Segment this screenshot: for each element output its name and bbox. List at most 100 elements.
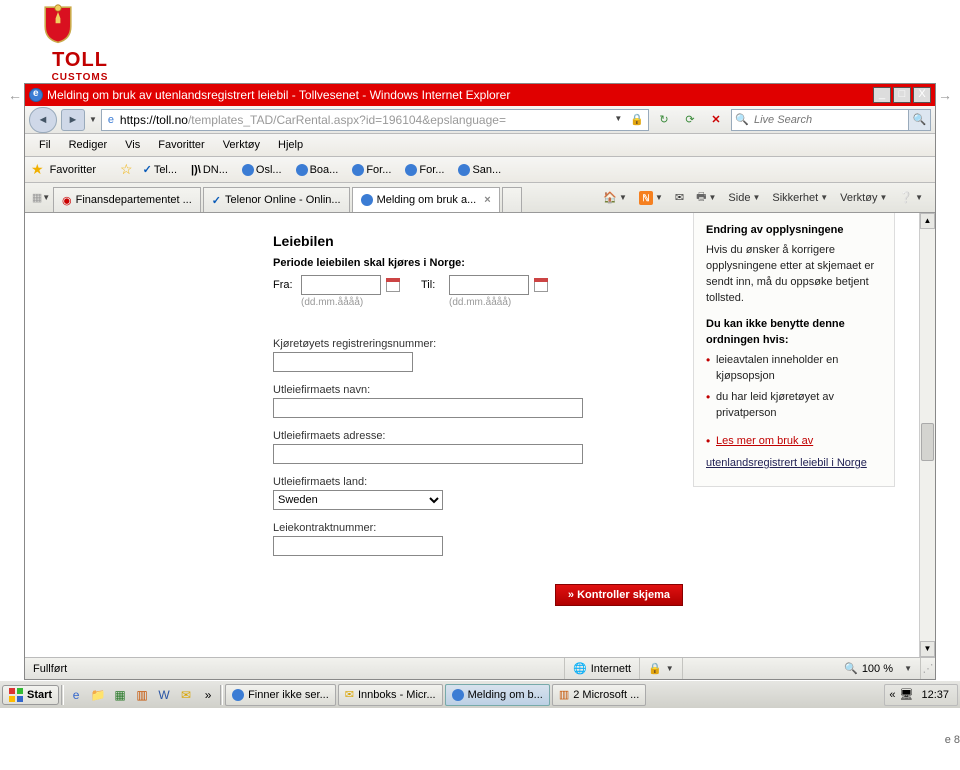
fra-label: Fra: (273, 279, 297, 291)
scroll-down-button[interactable]: ▼ (920, 641, 935, 657)
til-label: Til: (421, 279, 445, 291)
system-tray[interactable]: « 🖥 12:37 (884, 684, 958, 706)
scroll-thumb[interactable] (921, 423, 934, 461)
firm-name-input[interactable] (273, 398, 583, 418)
period-label: Periode leiebilen skal kjøres i Norge: (273, 257, 683, 269)
ql-ie-icon[interactable]: e (66, 685, 86, 705)
scroll-up-button[interactable]: ▲ (920, 213, 935, 229)
tab-telenor[interactable]: ✓Telenor Online - Onlin... (203, 187, 350, 212)
tab-close-button[interactable]: × (484, 194, 490, 206)
maximize-button[interactable]: □ (893, 87, 911, 103)
menu-favoritter[interactable]: Favoritter (150, 136, 212, 154)
compat-button[interactable]: ⟳ (679, 110, 701, 130)
search-input[interactable] (752, 110, 908, 130)
add-favorite-icon[interactable]: ☆ (120, 161, 133, 178)
feeds-button[interactable]: ℕ▼ (635, 189, 667, 207)
fav-item[interactable]: ✓Tel... (139, 161, 181, 178)
stop-button[interactable]: ✕ (705, 110, 727, 130)
resize-grip-icon[interactable]: ⋰ (921, 662, 935, 675)
fav-item[interactable]: For... (401, 162, 448, 178)
favorites-label[interactable]: Favoritter (50, 164, 96, 176)
task-microsoft[interactable]: ▥2 Microsoft ... (552, 684, 646, 706)
tab-finansdept[interactable]: ◉Finansdepartementet ... (53, 187, 201, 212)
regnr-input[interactable] (273, 352, 413, 372)
search-provider-icon[interactable]: 🔍 (732, 110, 752, 130)
rss-icon: ℕ (639, 191, 653, 205)
address-toolbar: ◄ ► ▼ e https://toll.no/templates_TAD/Ca… (25, 106, 935, 134)
new-tab-button[interactable] (502, 187, 522, 212)
toll-logo-block: TOLL CUSTOMS (0, 0, 960, 83)
start-button[interactable]: Start (2, 685, 59, 705)
menu-vis[interactable]: Vis (117, 136, 148, 154)
globe-icon: 🌐 (573, 662, 587, 675)
minimize-button[interactable]: _ (873, 87, 891, 103)
address-bar[interactable]: e https://toll.no/templates_TAD/CarRenta… (101, 109, 649, 131)
ql-more-button[interactable]: » (198, 685, 218, 705)
calendar-icon[interactable] (533, 277, 549, 293)
tab-melding[interactable]: Melding om bruk a...× (352, 187, 500, 212)
read-mail-button[interactable]: ✉ (671, 189, 688, 206)
forward-button[interactable]: ► (61, 109, 85, 131)
fav-item[interactable]: |)\ DN... (187, 162, 232, 178)
fav-item[interactable]: Osl... (238, 162, 286, 178)
calendar-icon[interactable] (385, 277, 401, 293)
slide-nav-wrap: ← → Melding om bruk av utenlandsregistre… (0, 83, 960, 680)
slide-next-arrow-icon[interactable]: → (938, 87, 952, 103)
tools-menu[interactable]: Verktøy ▼ (836, 190, 891, 206)
ql-outlook-icon[interactable]: ✉ (176, 685, 196, 705)
safety-menu[interactable]: Sikkerhet ▼ (768, 190, 832, 206)
menu-verktoy[interactable]: Verktøy (215, 136, 268, 154)
firm-country-label: Utleiefirmaets land: (273, 476, 683, 488)
help-button[interactable]: ❔▼ (895, 189, 927, 206)
fav-item[interactable]: For... (348, 162, 395, 178)
url-dropdown[interactable]: ▼ (610, 110, 626, 130)
ie-icon (352, 164, 364, 176)
sidebar-p1: Hvis du ønsker å korrigere opplysningene… (706, 243, 882, 307)
logo-sub: CUSTOMS (42, 72, 118, 83)
kontroller-skjema-button[interactable]: » Kontroller skjema (555, 584, 683, 606)
windows-taskbar: Start e 📁 ▦ ▥ W ✉ » Finner ikke ser... ✉… (0, 680, 960, 708)
vertical-scrollbar[interactable]: ▲ ▼ (919, 213, 935, 657)
ql-word-icon[interactable]: W (154, 685, 174, 705)
page-marker: e 8 (945, 734, 960, 746)
search-go-button[interactable]: 🔍 (908, 110, 930, 130)
close-button[interactable]: X (913, 87, 931, 103)
nav-history-dropdown[interactable]: ▼ (89, 115, 97, 124)
sidebar-h2: Du kan ikke benytte denne ordningen hvis… (706, 317, 882, 349)
back-button[interactable]: ◄ (29, 107, 57, 133)
firm-country-select[interactable]: Sweden (273, 490, 443, 510)
tray-expand[interactable]: « (889, 689, 895, 701)
protected-mode: 🔒▼ (640, 658, 683, 679)
zoom-control[interactable]: 🔍100 % ▼ (836, 658, 921, 679)
sidebar-li: du har leid kjøretøyet av privatperson (706, 390, 882, 422)
sidebar-link[interactable]: Les mer om bruk av (716, 435, 813, 447)
fav-item[interactable]: Boa... (292, 162, 343, 178)
task-innboks[interactable]: ✉Innboks - Micr... (338, 684, 443, 706)
home-button[interactable]: 🏠▼ (599, 189, 631, 206)
fav-item[interactable]: San... (454, 162, 505, 178)
refresh-button[interactable]: ↻ (653, 110, 675, 130)
ie-icon (29, 88, 43, 102)
task-melding[interactable]: Melding om b... (445, 684, 550, 706)
page-menu[interactable]: Side ▼ (724, 190, 764, 206)
ql-powerpoint-icon[interactable]: ▥ (132, 685, 152, 705)
contract-input[interactable] (273, 536, 443, 556)
menu-rediger[interactable]: Rediger (61, 136, 116, 154)
ql-explorer-icon[interactable]: 📁 (88, 685, 108, 705)
task-finner[interactable]: Finner ikke ser... (225, 684, 336, 706)
taskbar-clock[interactable]: 12:37 (917, 689, 953, 701)
fra-input[interactable] (301, 275, 381, 295)
favorites-star-icon[interactable]: ★ (31, 161, 44, 178)
ie-icon (296, 164, 308, 176)
sidebar-link-cont[interactable]: utenlandsregistrert leiebil i Norge (706, 457, 867, 469)
print-button[interactable]: 🖶▼ (692, 186, 720, 209)
ie-window: Melding om bruk av utenlandsregistrert l… (24, 83, 936, 680)
menu-fil[interactable]: Fil (31, 136, 59, 154)
til-input[interactable] (449, 275, 529, 295)
ql-excel-icon[interactable]: ▦ (110, 685, 130, 705)
tray-icon[interactable]: 🖥 (900, 688, 914, 701)
slide-prev-arrow-icon[interactable]: ← (8, 87, 22, 103)
quick-tabs-button[interactable]: ▦▼ (29, 183, 53, 212)
firm-addr-input[interactable] (273, 444, 583, 464)
menu-hjelp[interactable]: Hjelp (270, 136, 311, 154)
